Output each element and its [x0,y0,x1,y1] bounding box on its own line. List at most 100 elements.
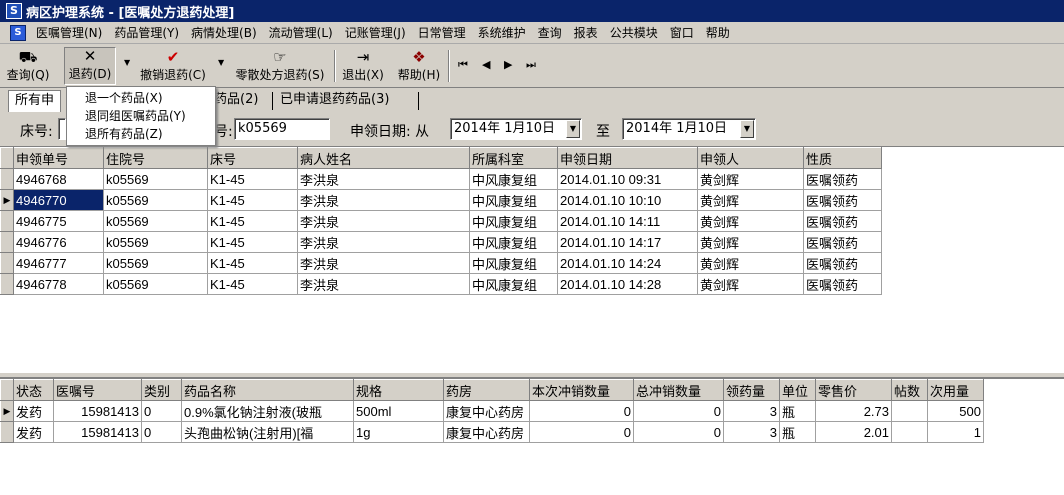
cell[interactable]: 中风康复组 [469,189,558,211]
current-row-arrow-icon[interactable]: ▶ [0,400,14,422]
cell[interactable]: 1 [927,421,984,443]
prev-record-icon[interactable]: ◀ [482,58,490,71]
row-indicator[interactable] [0,273,14,295]
cell[interactable]: 李洪泉 [297,189,470,211]
cell[interactable]: 0 [633,421,724,443]
chevron-down-icon[interactable]: ▼ [740,120,754,138]
cell[interactable]: 4946777 [13,252,104,274]
cell[interactable]: 发药 [13,421,54,443]
row-indicator[interactable] [0,210,14,232]
tab-drugs[interactable]: 药品(2) [214,90,258,112]
cell[interactable]: 李洪泉 [297,252,470,274]
column-header[interactable]: 药品名称 [181,379,354,401]
cell[interactable]: 瓶 [779,400,816,422]
cell[interactable]: K1-45 [207,252,298,274]
cell[interactable]: 医嘱领药 [803,231,882,253]
cell[interactable]: 发药 [13,400,54,422]
column-header[interactable]: 单位 [779,379,816,401]
cell[interactable]: 康复中心药房 [443,400,530,422]
row-indicator[interactable] [0,168,14,190]
tab-requested-returns[interactable]: 已申请退药药品(3) [280,90,389,112]
cell[interactable]: 0.9%氯化钠注射液(玻瓶 [181,400,354,422]
scatter-return-button[interactable]: ☞ 零散处方退药(S) [232,47,328,85]
table-row[interactable]: 4946777 k05569 K1-45 李洪泉 中风康复组 2014.01.1… [0,252,882,274]
cell[interactable]: 2014.01.10 14:24 [557,252,698,274]
column-header[interactable]: 帖数 [891,379,928,401]
menu-help[interactable]: 帮助 [700,24,736,41]
menu-condition[interactable]: 病情处理(B) [185,24,263,41]
cancel-return-button[interactable]: ✔ 撤销退药(C) [138,47,208,85]
return-dropdown-arrow-icon[interactable]: ▼ [124,58,130,67]
cell[interactable]: 2014.01.10 09:31 [557,168,698,190]
cell[interactable]: K1-45 [207,210,298,232]
cell[interactable]: 医嘱领药 [803,210,882,232]
column-header[interactable]: 申领人 [697,147,804,169]
table-row[interactable]: ▶ 发药 15981413 0 0.9%氯化钠注射液(玻瓶 500ml 康复中心… [0,400,984,422]
menu-drugs[interactable]: 药品管理(Y) [108,24,185,41]
table-row[interactable]: 4946768 k05569 K1-45 李洪泉 中风康复组 2014.01.1… [0,168,882,190]
column-header[interactable]: 本次冲销数量 [529,379,634,401]
cell[interactable]: 黄剑辉 [697,168,804,190]
cell[interactable]: 黄剑辉 [697,210,804,232]
query-button[interactable]: ⛟ 查询(Q) [7,47,50,85]
cell[interactable]: 中风康复组 [469,273,558,295]
cell[interactable] [891,421,928,443]
table-row[interactable]: ▶ 4946770 k05569 K1-45 李洪泉 中风康复组 2014.01… [0,189,882,211]
cell[interactable]: 2.73 [815,400,892,422]
menu-flow[interactable]: 流动管理(L) [263,24,339,41]
exit-button[interactable]: ⇥ 退出(X) [340,47,386,85]
menu-daily[interactable]: 日常管理 [412,24,472,41]
cell[interactable]: 4946768 [13,168,104,190]
tab-all-requests[interactable]: 所有申 [8,90,62,112]
cell[interactable]: 中风康复组 [469,252,558,274]
cell[interactable]: 500 [927,400,984,422]
menu-item-return-all[interactable]: 退所有药品(Z) [67,125,215,143]
current-row-arrow-icon[interactable]: ▶ [0,189,14,211]
cell[interactable]: 2014.01.10 14:11 [557,210,698,232]
cell[interactable]: 3 [723,400,780,422]
cell[interactable]: k05569 [103,168,208,190]
cell[interactable]: 黄剑辉 [697,273,804,295]
cell[interactable]: 4946776 [13,231,104,253]
menu-item-return-group[interactable]: 退同组医嘱药品(Y) [67,107,215,125]
row-indicator[interactable] [0,421,14,443]
cell[interactable]: 0 [529,421,634,443]
column-header[interactable]: 申领日期 [557,147,698,169]
column-header[interactable]: 规格 [353,379,444,401]
column-header[interactable]: 床号 [207,147,298,169]
cell[interactable]: 黄剑辉 [697,231,804,253]
cell[interactable]: 李洪泉 [297,231,470,253]
table-row[interactable]: 4946775 k05569 K1-45 李洪泉 中风康复组 2014.01.1… [0,210,882,232]
table-row[interactable]: 4946778 k05569 K1-45 李洪泉 中风康复组 2014.01.1… [0,273,882,295]
return-drug-button[interactable]: ✕ 退药(D) [64,47,116,85]
cell[interactable]: 3 [723,421,780,443]
row-indicator[interactable] [0,231,14,253]
column-header[interactable]: 总冲销数量 [633,379,724,401]
menu-common[interactable]: 公共模块 [604,24,664,41]
menu-window[interactable]: 窗口 [664,24,700,41]
cell[interactable]: 医嘱领药 [803,273,882,295]
column-header[interactable]: 所属科室 [469,147,558,169]
cell[interactable] [891,400,928,422]
cell[interactable]: 4946775 [13,210,104,232]
cell[interactable]: 中风康复组 [469,210,558,232]
row-indicator[interactable] [0,252,14,274]
column-header[interactable]: 医嘱号 [53,379,142,401]
first-record-icon[interactable]: ⏮ [458,58,468,72]
cell[interactable]: 4946770 [13,189,104,211]
cell[interactable]: 4946778 [13,273,104,295]
cell[interactable]: 0 [141,421,182,443]
cell[interactable]: 黄剑辉 [697,252,804,274]
column-header[interactable]: 住院号 [103,147,208,169]
cell[interactable]: 瓶 [779,421,816,443]
system-menu-icon[interactable]: S [10,24,26,41]
cell[interactable]: 2014.01.10 14:17 [557,231,698,253]
cell[interactable]: 15981413 [53,400,142,422]
cell[interactable]: 李洪泉 [297,273,470,295]
cell[interactable]: 2014.01.10 10:10 [557,189,698,211]
cell[interactable]: 500ml [353,400,444,422]
cell[interactable]: k05569 [103,231,208,253]
cell[interactable]: 中风康复组 [469,168,558,190]
column-header[interactable]: 病人姓名 [297,147,470,169]
cell[interactable]: 头孢曲松钠(注射用)[福 [181,421,354,443]
